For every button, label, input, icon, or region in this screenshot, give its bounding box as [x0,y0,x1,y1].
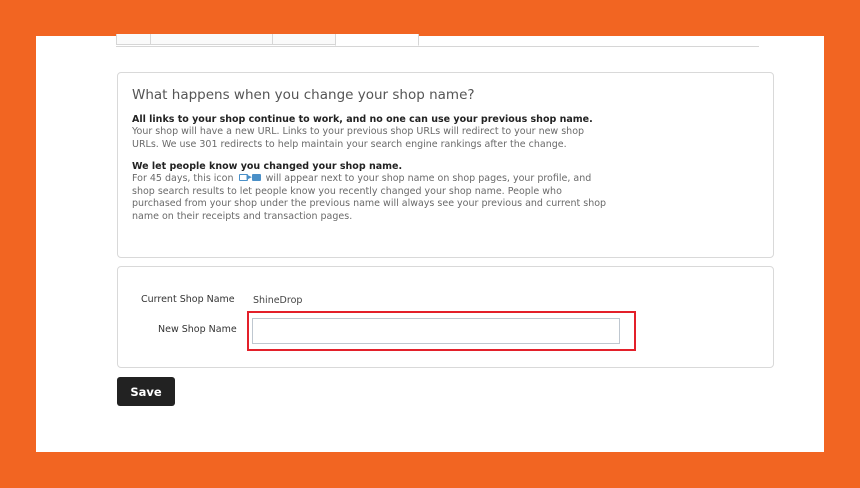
shop-rename-icon: ▶ [238,173,261,182]
shop-name-page: What happens when you change your shop n… [36,34,824,452]
section1-title: All links to your shop continue to work,… [132,114,593,125]
tab-3[interactable] [272,34,337,45]
tab-2[interactable] [150,34,274,45]
info-heading: What happens when you change your shop n… [132,87,475,103]
current-shop-name-label: Current Shop Name [141,294,235,305]
current-shop-name-value: ShineDrop [253,295,303,306]
new-shop-name-input[interactable] [252,318,620,344]
section2-body: For 45 days, this icon ▶ will appear nex… [132,173,610,223]
save-button[interactable]: Save [117,377,175,406]
section1-body: Your shop will have a new URL. Links to … [132,126,585,150]
rename-form: Current Shop Name ShineDrop New Shop Nam… [117,266,774,368]
tab-4-active[interactable] [335,34,419,46]
section2-body-before: For 45 days, this icon [132,173,234,184]
new-shop-name-label: New Shop Name [158,324,237,335]
section2-title: We let people know you changed your shop… [132,161,403,172]
tab-1[interactable] [116,34,152,45]
info-panel: What happens when you change your shop n… [117,72,774,258]
tab-bar [116,34,759,47]
